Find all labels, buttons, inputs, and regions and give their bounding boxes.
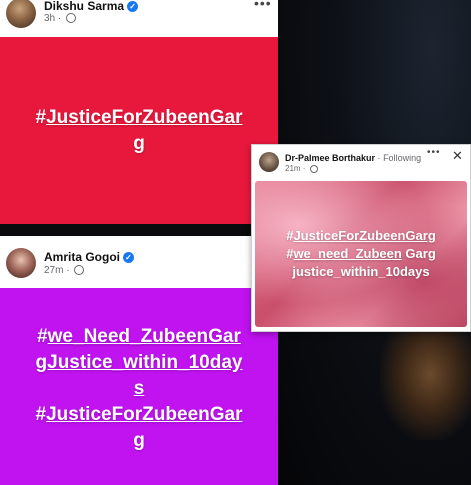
post-card-1: Dikshu Sarma ✓ 3h · ••• #JusticeForZubeen… — [0, 0, 278, 224]
author-name[interactable]: Dikshu Sarma ✓ — [44, 0, 139, 13]
post-time[interactable]: 3h — [44, 13, 55, 24]
avatar[interactable] — [6, 0, 36, 28]
post-meta: 21m · — [285, 164, 318, 173]
hashtag-link-continued[interactable]: gJustice_within_10day — [36, 352, 243, 373]
background-guitar-image — [380, 330, 471, 440]
hashtag-link[interactable]: JusticeForZubeenGar — [46, 107, 242, 128]
following-button[interactable]: Following — [383, 153, 421, 163]
post-text: #JusticeForZubeenGar g — [35, 106, 243, 154]
public-globe-icon — [74, 265, 85, 276]
post-time[interactable]: 21m — [285, 164, 301, 173]
hashtag-link[interactable]: we_need_Zubeen — [293, 246, 401, 261]
post-meta: 3h · — [44, 13, 77, 24]
post-card-2: Amrita Gogoi ✓ 27m · #we_Need_ZubeenGar g… — [0, 236, 278, 485]
author-name-link[interactable]: Dr-Palmee Borthakur — [285, 153, 375, 163]
author-name[interactable]: Amrita Gogoi ✓ — [44, 250, 135, 264]
post-text-background: #we_Need_ZubeenGar gJustice_within_10day… — [0, 288, 278, 485]
hashtag-link[interactable]: JusticeForZubeenGar — [46, 404, 242, 425]
post-header: Dikshu Sarma ✓ 3h · ••• — [0, 0, 278, 29]
post-text-line: justice_within_10days — [292, 264, 430, 279]
close-icon[interactable]: ✕ — [452, 148, 464, 164]
post-text: #we_Need_ZubeenGar gJustice_within_10day… — [35, 326, 243, 451]
avatar[interactable] — [259, 152, 279, 172]
verified-badge-icon: ✓ — [127, 1, 139, 13]
post-meta: 27m · — [44, 265, 85, 276]
public-globe-icon — [66, 13, 77, 24]
post-text-background: #JusticeForZubeenGar g — [0, 37, 278, 224]
post-text: #JusticeForZubeenGarg #we_need_Zubeen Ga… — [286, 228, 436, 279]
hashtag-link-continued[interactable]: s — [134, 378, 145, 399]
hashtag-link-continued[interactable]: g — [133, 430, 145, 451]
hashtag-link[interactable]: we_Need_ZubeenGar — [48, 326, 241, 347]
separator-dot: · — [377, 153, 381, 163]
more-options-icon[interactable]: ••• — [254, 0, 272, 11]
post-text-background: #JusticeForZubeenGarg #we_need_Zubeen Ga… — [255, 181, 467, 327]
more-options-icon[interactable]: ••• — [427, 147, 441, 158]
verified-badge-icon: ✓ — [123, 252, 135, 264]
post-card-3: Dr-Palmee Borthakur · Following 21m · ••… — [251, 144, 471, 332]
author-name: Dr-Palmee Borthakur · Following — [285, 153, 421, 163]
hashtag-link-continued[interactable]: g — [133, 133, 145, 154]
post-time[interactable]: 27m — [44, 265, 63, 276]
avatar[interactable] — [6, 248, 36, 278]
public-globe-icon — [309, 164, 318, 173]
hashtag-link[interactable]: JusticeForZubeenGarg — [293, 228, 435, 243]
post-header: Amrita Gogoi ✓ 27m · — [0, 236, 278, 284]
